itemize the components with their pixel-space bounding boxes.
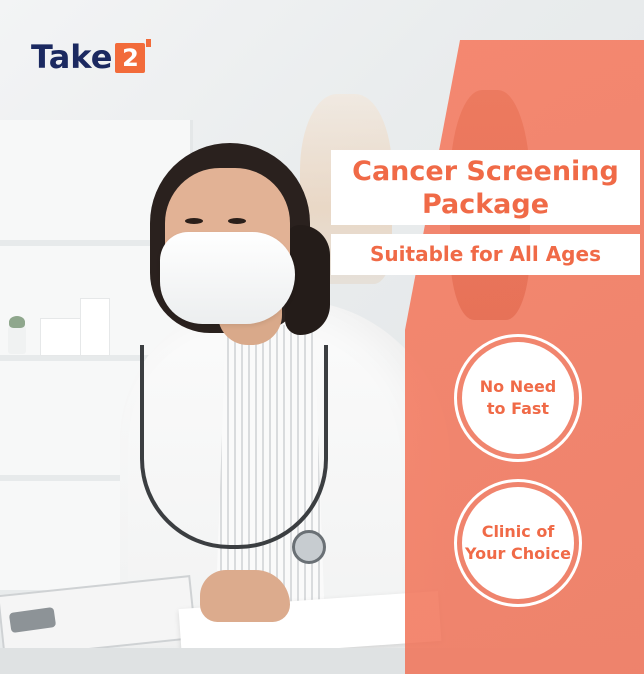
logo-text: Take	[31, 38, 113, 76]
feature-badge-fasting: No Need to Fast	[454, 334, 582, 462]
subtitle-box: Suitable for All Ages	[331, 234, 640, 275]
background-box	[40, 318, 82, 356]
logo-badge-number: 2	[122, 44, 139, 72]
feature-label: Clinic of Your Choice	[462, 487, 574, 599]
take2-logo: Take 2	[31, 37, 152, 77]
headline-box: Cancer Screening Package	[331, 150, 640, 225]
stethoscope-head	[292, 530, 326, 564]
logo-badge: 2	[115, 39, 152, 73]
cancer-screening-ad: Take 2 Cancer Screening Package Suitable…	[0, 0, 644, 674]
feature-label: No Need to Fast	[462, 342, 574, 454]
headline-line-1: Cancer Screening	[352, 156, 619, 187]
background-plant	[8, 316, 26, 354]
doctor-eye	[185, 218, 203, 224]
logo-accent-mark	[146, 39, 152, 47]
doctor-hand	[200, 570, 290, 622]
feature-badge-clinic: Clinic of Your Choice	[454, 479, 582, 607]
stethoscope-icon	[140, 345, 328, 549]
headline-line-2: Package	[421, 189, 550, 220]
subtitle-text: Suitable for All Ages	[370, 242, 601, 266]
doctor-eye	[228, 218, 246, 224]
face-mask	[160, 232, 295, 324]
background-box	[80, 298, 110, 356]
